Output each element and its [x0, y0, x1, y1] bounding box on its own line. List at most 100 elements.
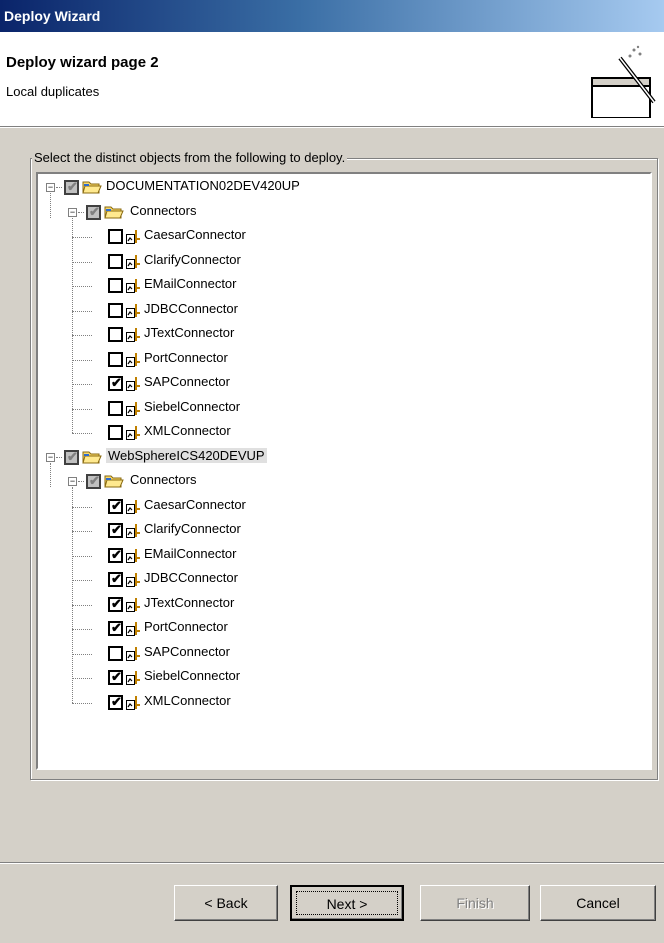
tree-checkbox[interactable] — [108, 278, 123, 293]
check-mark-icon: ✔ — [111, 669, 122, 684]
wizard-wand-icon — [591, 45, 656, 118]
connector-icon — [126, 671, 140, 685]
check-mark-icon: ✔ — [111, 522, 122, 537]
tree-item-label: SAPConnector — [144, 643, 230, 659]
connector-icon — [126, 303, 140, 318]
tree-connector-line — [72, 604, 92, 606]
tree-checkbox[interactable] — [108, 253, 123, 269]
tree-connector-line — [72, 433, 92, 434]
connector-icon — [126, 548, 140, 563]
tree-item-label: JTextConnector — [144, 594, 235, 610]
deploy-tree[interactable]: − ✔ DOCUMENTATION02DEV420UP − ✔ Connectors Cae… — [36, 172, 652, 770]
tree-item-label: WebSphereICS420DEVUP — [106, 447, 267, 463]
tree-connector-line — [78, 481, 84, 482]
tree-item-label: JDBCConnector — [144, 570, 238, 585]
tree-item-label: Connectors — [130, 202, 197, 218]
tree-checkbox[interactable] — [108, 400, 123, 416]
tree-connector-line — [72, 408, 92, 410]
tree-checkbox[interactable]: ✔ — [108, 497, 123, 514]
collapse-icon[interactable]: − — [68, 477, 77, 486]
connector-icon — [126, 426, 140, 440]
tree-checkbox[interactable]: ✔ — [108, 522, 123, 538]
connector-icon — [126, 622, 140, 636]
wizard-header: Deploy wizard page 2 Local duplicates — [0, 32, 664, 127]
tree-item-label: SiebelConnector — [144, 668, 241, 683]
check-mark-icon: ✔ — [111, 620, 122, 635]
tree-item-label: ClarifyConnector — [144, 521, 241, 536]
tree-item-label: Connectors — [130, 472, 197, 487]
tree-item-label: ClarifyConnector — [144, 251, 241, 267]
tree-item-label: EMailConnector — [144, 545, 237, 561]
check-mark-icon: ✔ — [111, 497, 122, 513]
header-separator — [0, 127, 664, 128]
focus-rect — [296, 891, 398, 915]
connector-icon — [126, 401, 140, 416]
cancel-button[interactable]: Cancel — [540, 885, 656, 921]
connector-icon — [126, 279, 140, 293]
tree-item-label: PortConnector — [144, 619, 228, 634]
tree-connector-line — [50, 193, 51, 218]
check-mark-icon: ✔ — [111, 546, 122, 562]
tree-connector-line — [72, 217, 73, 433]
collapse-icon[interactable]: − — [46, 452, 55, 462]
tree-connector-line — [56, 187, 62, 188]
tree-connector-line — [72, 310, 92, 312]
tree-checkbox[interactable] — [108, 425, 123, 440]
tree-connector-line — [72, 531, 92, 532]
tree-content: − ✔ DOCUMENTATION02DEV420UP − ✔ Connectors Cae… — [38, 174, 650, 768]
tree-connector-line — [72, 702, 92, 704]
tree-item-label: XMLConnector — [144, 692, 231, 708]
tree-connector-line — [56, 456, 62, 458]
tree-checkbox[interactable] — [108, 302, 123, 318]
tree-connector-line — [72, 487, 73, 703]
connector-icon — [126, 352, 140, 367]
tree-connector-line — [72, 653, 92, 655]
tree-checkbox[interactable]: ✔ — [108, 571, 123, 587]
check-mark-icon: ✔ — [67, 179, 78, 194]
connector-icon — [126, 573, 140, 587]
open-folder-icon — [82, 181, 102, 194]
check-mark-icon: ✔ — [111, 571, 122, 586]
connector-icon — [126, 524, 140, 538]
tree-checkbox[interactable]: ✔ — [108, 375, 123, 391]
tree-checkbox[interactable]: ✔ — [86, 473, 101, 489]
check-mark-icon: ✔ — [89, 203, 100, 219]
tree-checkbox[interactable]: ✔ — [108, 669, 123, 685]
tree-item-label: EMailConnector — [144, 276, 237, 291]
tree-checkbox[interactable] — [108, 645, 123, 661]
tree-checkbox[interactable]: ✔ — [64, 179, 79, 195]
tree-checkbox[interactable] — [108, 351, 123, 367]
collapse-icon[interactable]: − — [46, 183, 55, 192]
connector-icon — [126, 328, 140, 342]
open-folder-icon — [82, 451, 102, 463]
tree-checkbox[interactable]: ✔ — [108, 596, 123, 612]
check-mark-icon: ✔ — [67, 448, 78, 464]
next-button[interactable]: Next > — [290, 885, 404, 921]
tree-checkbox[interactable]: ✔ — [64, 448, 79, 465]
finish-button[interactable]: Finish — [420, 885, 530, 921]
tree-connector-line — [72, 359, 92, 361]
tree-checkbox[interactable] — [108, 327, 123, 342]
tree-item-label: XMLConnector — [144, 423, 231, 438]
tree-item-label: SiebelConnector — [144, 398, 241, 414]
tree-item-label: CaesarConnector — [144, 496, 246, 512]
tree-item-label: JDBCConnector — [144, 300, 238, 316]
connector-icon — [126, 230, 140, 244]
collapse-icon[interactable]: − — [68, 207, 77, 217]
check-mark-icon: ✔ — [111, 375, 122, 390]
tree-checkbox[interactable]: ✔ — [108, 693, 123, 710]
tree-checkbox[interactable] — [108, 229, 123, 244]
tree-checkbox[interactable]: ✔ — [108, 620, 123, 636]
tree-item-label: JTextConnector — [144, 325, 235, 340]
window-title-bar[interactable]: Deploy Wizard — [0, 0, 664, 32]
cancel-button-label: Cancel — [576, 895, 620, 911]
back-button[interactable]: < Back — [174, 885, 278, 921]
tree-checkbox[interactable]: ✔ — [86, 203, 101, 220]
tree-connector-line — [78, 211, 84, 213]
group-label: Select the distinct objects from the fol… — [32, 150, 348, 165]
tree-connector-line — [72, 678, 92, 679]
tree-item-label: SAPConnector — [144, 374, 230, 389]
tree-connector-line — [72, 286, 92, 287]
check-mark-icon: ✔ — [111, 693, 122, 709]
tree-checkbox[interactable]: ✔ — [108, 546, 123, 563]
